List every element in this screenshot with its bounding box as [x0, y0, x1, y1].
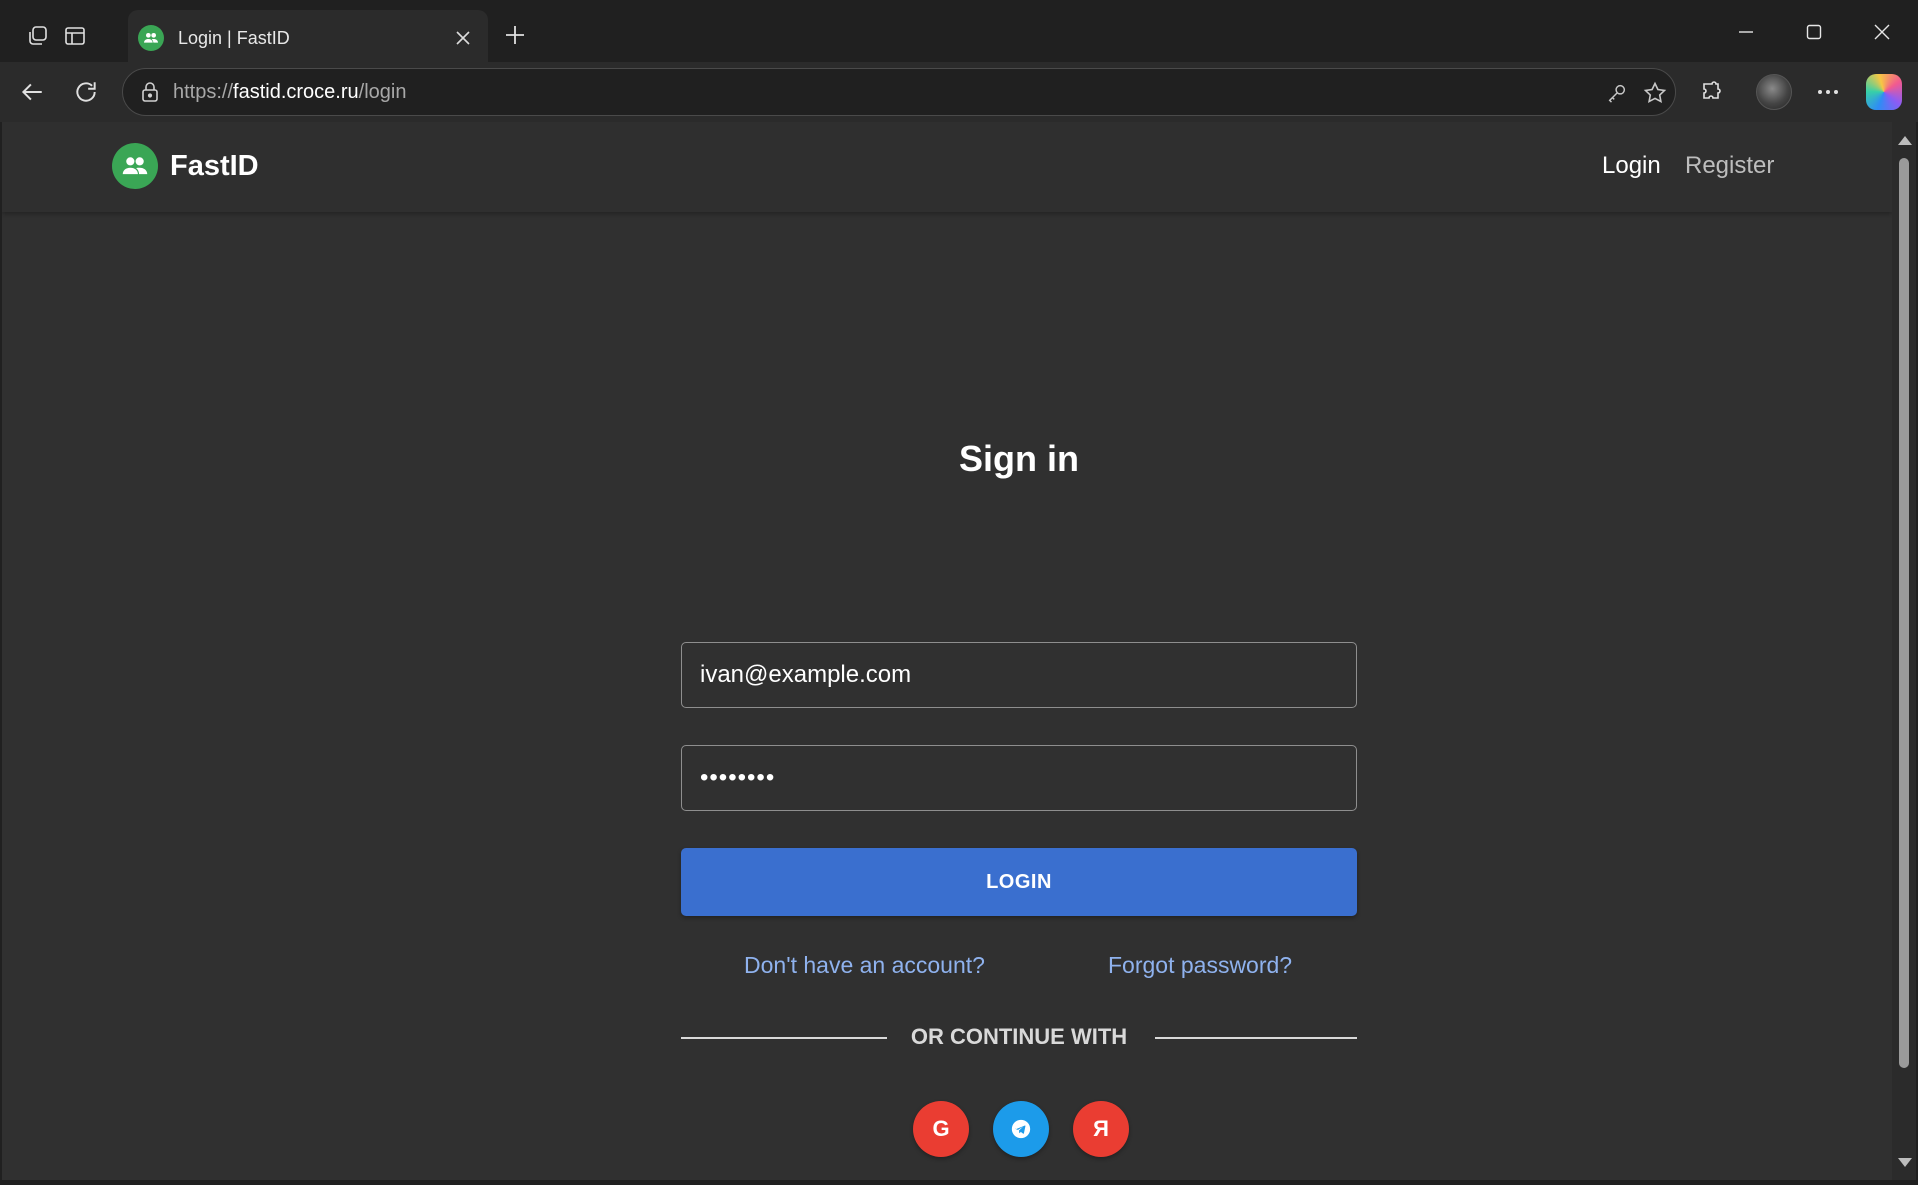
- google-login-button[interactable]: G: [913, 1101, 969, 1157]
- app-header: FastID Login Register: [2, 122, 1892, 212]
- divider: OR CONTINUE WITH: [681, 1022, 1357, 1052]
- browser-window: Login | FastID https://fastid.croce.ru/l…: [0, 0, 1918, 1185]
- maximize-icon[interactable]: [1784, 12, 1844, 52]
- page-scrollbar[interactable]: [1892, 122, 1916, 1180]
- browser-toolbar: https://fastid.croce.ru/login: [0, 62, 1918, 122]
- users-icon: [138, 25, 164, 51]
- refresh-icon[interactable]: [66, 72, 106, 112]
- extensions-icon[interactable]: [1692, 72, 1732, 112]
- profile-avatar[interactable]: [1756, 74, 1792, 110]
- workspaces-icon[interactable]: [20, 18, 56, 54]
- yandex-login-button[interactable]: Я: [1073, 1101, 1129, 1157]
- register-link[interactable]: Don't have an account?: [744, 952, 985, 979]
- url-text[interactable]: https://fastid.croce.ru/login: [173, 81, 406, 104]
- url-scheme: https://: [173, 81, 234, 103]
- login-button[interactable]: LOGIN: [681, 848, 1357, 916]
- new-tab-icon[interactable]: [496, 16, 534, 54]
- url-host: fastid.croce.ru: [233, 81, 359, 103]
- key-icon[interactable]: [1599, 75, 1635, 111]
- password-field[interactable]: ••••••••: [681, 745, 1357, 811]
- tab-title: Login | FastID: [178, 27, 290, 48]
- back-icon[interactable]: [12, 72, 52, 112]
- forgot-password-link[interactable]: Forgot password?: [1108, 952, 1292, 979]
- url-path: /login: [358, 81, 407, 103]
- copilot-icon[interactable]: [1866, 74, 1902, 110]
- minimize-icon[interactable]: [1716, 12, 1776, 52]
- yandex-icon: Я: [1093, 1116, 1109, 1141]
- close-tab-icon[interactable]: [448, 23, 478, 53]
- address-bar[interactable]: https://fastid.croce.ru/login: [122, 68, 1676, 116]
- tab-actions-icon[interactable]: [57, 18, 93, 54]
- scroll-up-icon[interactable]: [1898, 136, 1912, 145]
- telegram-icon: [1011, 1119, 1031, 1139]
- close-window-icon[interactable]: [1852, 12, 1912, 52]
- tab-strip: Login | FastID: [0, 0, 1918, 66]
- brand[interactable]: FastID: [112, 143, 259, 189]
- page-viewport: FastID Login Register Sign in ivan@examp…: [2, 122, 1892, 1180]
- divider-line-right: [1155, 1037, 1357, 1039]
- lock-icon[interactable]: [133, 75, 167, 109]
- nav-register-link[interactable]: Register: [1685, 152, 1774, 180]
- email-field[interactable]: ivan@example.com: [681, 642, 1357, 708]
- more-options-icon[interactable]: [1808, 72, 1848, 112]
- telegram-login-button[interactable]: [993, 1101, 1049, 1157]
- users-icon: [112, 143, 158, 189]
- nav-login-link[interactable]: Login: [1602, 152, 1661, 180]
- page-title: Sign in: [959, 438, 1079, 479]
- tab-login-fastid[interactable]: Login | FastID: [128, 10, 488, 66]
- scroll-down-icon[interactable]: [1898, 1158, 1912, 1167]
- favorite-star-icon[interactable]: [1637, 75, 1673, 111]
- scrollbar-thumb[interactable]: [1899, 158, 1909, 1068]
- google-icon: G: [932, 1116, 950, 1141]
- brand-name: FastID: [170, 149, 259, 182]
